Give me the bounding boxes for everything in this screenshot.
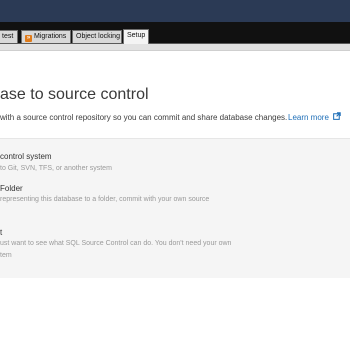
option-description-cont: tem	[0, 252, 12, 259]
external-link-icon[interactable]	[333, 112, 341, 120]
tab-object-locking[interactable]: Object locking	[72, 30, 122, 44]
options-panel	[0, 138, 350, 278]
header-strip	[0, 44, 350, 51]
option-description: ust want to see what SQL Source Control …	[0, 240, 232, 247]
warning-icon: »	[25, 35, 32, 42]
option-description: to Git, SVN, TFS, or another system	[0, 165, 112, 172]
tab-test-label: test	[2, 33, 14, 40]
option-title: Folder	[0, 184, 23, 193]
tab-migrations-label: Migrations	[34, 33, 67, 40]
page-subtitle: with a source control repository so you …	[0, 113, 288, 122]
option-description: representing this database to a folder, …	[0, 196, 210, 203]
learn-more-link[interactable]: Learn more	[288, 113, 329, 122]
page-title: ase to source control	[0, 86, 149, 103]
tab-setup-label: Setup	[127, 32, 146, 39]
option-title: control system	[0, 152, 52, 161]
option-title: t	[0, 228, 3, 237]
window-title-bar	[0, 0, 350, 22]
tab-bar: test » Migrations Object locking Setup Fe…	[0, 22, 350, 58]
tab-migrations[interactable]: » Migrations	[21, 30, 71, 44]
options-divider	[0, 138, 350, 139]
tab-setup[interactable]: Setup	[123, 29, 149, 44]
tab-test[interactable]: test	[0, 30, 18, 44]
tab-object-locking-label: Object locking	[76, 33, 120, 40]
